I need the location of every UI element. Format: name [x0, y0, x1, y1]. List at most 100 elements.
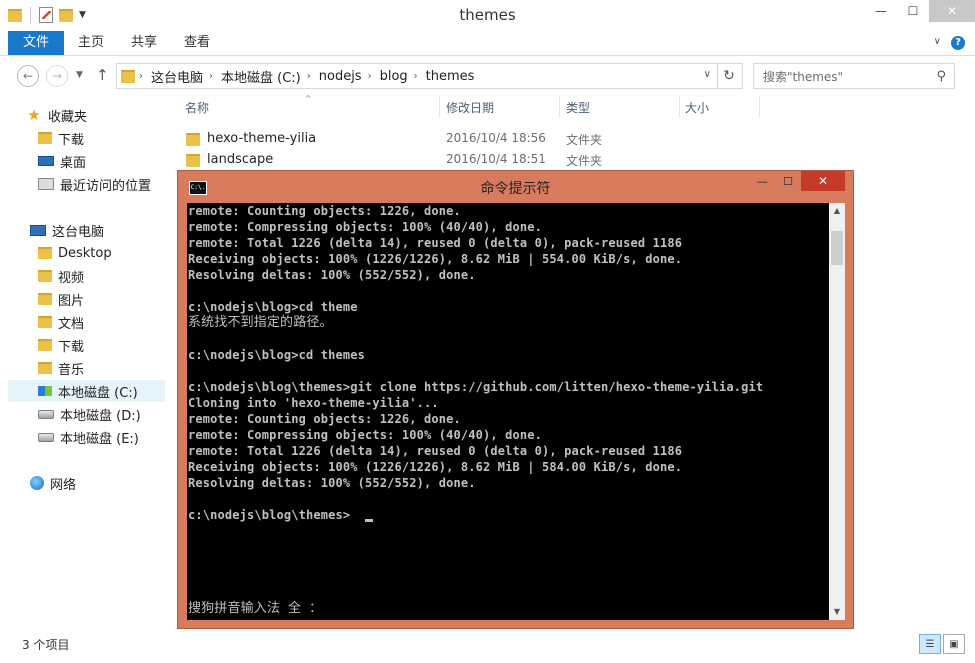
recent-locations-chevron-icon[interactable]: ▼	[76, 70, 83, 80]
file-name: landscape	[207, 152, 274, 167]
system-drive-icon	[38, 386, 52, 396]
command-prompt-window: C:\. 命令提示符 — ☐ ✕ remote: Counting object…	[177, 170, 854, 629]
column-header-date[interactable]: 修改日期	[446, 94, 494, 122]
cmd-close-button[interactable]: ✕	[801, 171, 845, 191]
column-divider[interactable]	[679, 96, 680, 118]
computer-icon	[30, 224, 46, 236]
sidebar-item-this-pc[interactable]: 这台电脑	[30, 219, 165, 241]
breadcrumb-separator-icon[interactable]: ›	[307, 71, 311, 82]
console-line: c:\nodejs\blog\themes>git clone https://…	[188, 380, 764, 394]
file-row[interactable]: hexo-theme-yilia 2016/10/4 18:56 文件夹	[177, 128, 777, 149]
sidebar-item-music[interactable]: 音乐	[38, 357, 165, 379]
file-name: hexo-theme-yilia	[207, 131, 317, 146]
sidebar-item-drive-e[interactable]: 本地磁盘 (E:)	[38, 426, 165, 448]
folder-icon	[186, 154, 200, 167]
breadcrumb-separator-icon[interactable]: ›	[414, 71, 418, 82]
tab-share[interactable]: 共享	[131, 31, 157, 55]
file-row[interactable]: landscape 2016/10/4 18:51 文件夹	[177, 149, 777, 170]
sidebar-item-label: 本地磁盘 (E:)	[60, 431, 139, 447]
cmd-maximize-button[interactable]: ☐	[775, 171, 801, 191]
cmd-minimize-button[interactable]: —	[749, 171, 775, 191]
file-type: 文件夹	[566, 154, 603, 168]
sidebar-item-pc-downloads[interactable]: 下载	[38, 334, 165, 356]
explorer-titlebar: ▼ themes — ☐ ✕	[0, 0, 975, 31]
refresh-icon[interactable]: ↻	[716, 63, 743, 89]
breadcrumb-separator-icon[interactable]: ›	[368, 71, 372, 82]
breadcrumb-drive-c[interactable]: 本地磁盘 (C:)	[221, 67, 301, 86]
sidebar-item-label: 音乐	[58, 362, 85, 378]
column-divider[interactable]	[759, 96, 760, 118]
search-icon[interactable]: ⚲	[936, 69, 946, 84]
scroll-up-arrow-icon[interactable]: ▲	[829, 203, 845, 219]
sidebar-item-documents[interactable]: 文档	[38, 311, 165, 333]
column-divider[interactable]	[559, 96, 560, 118]
navigation-pane: ★ 收藏夹 下载 桌面 最近访问的位置 这台电脑 Desktop 视频 图片 文…	[0, 94, 165, 634]
console-line: Cloning into 'hexo-theme-yilia'...	[188, 396, 439, 410]
console-line: remote: Compressing objects: 100% (40/40…	[188, 428, 542, 442]
navigation-bar: ← → ▼ ↑ › 这台电脑 › 本地磁盘 (C:) › nodejs › bl…	[0, 56, 975, 94]
network-icon	[30, 476, 44, 490]
details-view-icon[interactable]: ☰	[919, 634, 941, 654]
sidebar-item-drive-c[interactable]: 本地磁盘 (C:)	[8, 380, 165, 402]
address-bar[interactable]: › 这台电脑 › 本地磁盘 (C:) › nodejs › blog › the…	[116, 63, 718, 89]
sidebar-item-label: 本地磁盘 (C:)	[58, 385, 138, 401]
tab-file[interactable]: 文件	[8, 31, 64, 55]
sidebar-item-network[interactable]: 网络	[30, 472, 165, 494]
tab-view[interactable]: 查看	[184, 31, 210, 55]
text-cursor	[365, 519, 373, 522]
sidebar-item-label: 网络	[50, 477, 77, 493]
column-header-type[interactable]: 类型	[566, 94, 590, 122]
console-output[interactable]: remote: Counting objects: 1226, done. re…	[187, 203, 829, 620]
console-line: Receiving objects: 100% (1226/1226), 8.6…	[188, 252, 683, 266]
breadcrumb-blog[interactable]: blog	[380, 69, 408, 84]
breadcrumb-separator-icon[interactable]: ›	[209, 71, 213, 82]
ime-status-bar[interactable]: 搜狗拼音输入法 全 ：	[188, 601, 322, 617]
help-icon[interactable]: ?	[951, 36, 965, 50]
breadcrumb-nodejs[interactable]: nodejs	[319, 69, 362, 84]
large-icons-view-icon[interactable]: ▣	[943, 634, 965, 654]
file-type: 文件夹	[566, 133, 603, 147]
tab-home[interactable]: 主页	[78, 31, 104, 55]
star-icon: ★	[27, 106, 41, 124]
sidebar-item-label: 下载	[58, 132, 85, 148]
expand-ribbon-chevron-icon[interactable]: ∨	[934, 36, 941, 47]
up-arrow-icon[interactable]: ↑	[96, 66, 109, 84]
close-button[interactable]: ✕	[929, 0, 975, 22]
drive-icon	[38, 432, 54, 442]
sidebar-item-favorites[interactable]: ★ 收藏夹	[26, 104, 165, 126]
sidebar-item-downloads[interactable]: 下载	[38, 127, 165, 149]
console-line: remote: Total 1226 (delta 14), reused 0 …	[188, 444, 683, 458]
sidebar-item-pc-desktop[interactable]: Desktop	[38, 242, 165, 264]
scroll-down-arrow-icon[interactable]: ▼	[829, 604, 845, 620]
column-divider[interactable]	[439, 96, 440, 118]
sidebar-item-videos[interactable]: 视频	[38, 265, 165, 287]
vertical-scrollbar[interactable]: ▲ ▼	[829, 203, 845, 620]
downloads-folder-icon	[38, 339, 52, 351]
sidebar-item-label: 图片	[58, 293, 85, 309]
sidebar-item-label: 这台电脑	[52, 224, 105, 240]
window-title: themes	[459, 6, 516, 24]
sidebar-item-label: 下载	[58, 339, 85, 355]
breadcrumb-this-pc[interactable]: 这台电脑	[151, 67, 203, 86]
item-count: 3 个项目	[22, 638, 70, 652]
sidebar-item-desktop[interactable]: 桌面	[38, 150, 165, 172]
maximize-button[interactable]: ☐	[897, 0, 929, 22]
back-button[interactable]: ←	[17, 65, 39, 87]
sidebar-item-pictures[interactable]: 图片	[38, 288, 165, 310]
sidebar-item-label: 视频	[58, 270, 85, 286]
videos-folder-icon	[38, 270, 52, 282]
forward-button[interactable]: →	[46, 65, 68, 87]
console-line: Receiving objects: 100% (1226/1226), 8.6…	[188, 460, 683, 474]
sidebar-item-label: 最近访问的位置	[60, 178, 152, 194]
scrollbar-thumb[interactable]	[831, 231, 843, 265]
address-history-chevron-icon[interactable]: ∨	[704, 69, 711, 80]
column-header-name[interactable]: 名称	[185, 94, 209, 122]
minimize-button[interactable]: —	[865, 0, 897, 22]
breadcrumb-separator-icon[interactable]: ›	[139, 71, 143, 82]
search-input[interactable]: 搜索"themes" ⚲	[753, 63, 955, 89]
sidebar-item-drive-d[interactable]: 本地磁盘 (D:)	[38, 403, 165, 425]
column-header-size[interactable]: 大小	[685, 94, 709, 122]
sidebar-item-recent[interactable]: 最近访问的位置	[38, 173, 165, 195]
breadcrumb-themes[interactable]: themes	[426, 69, 475, 84]
documents-folder-icon	[38, 316, 52, 328]
